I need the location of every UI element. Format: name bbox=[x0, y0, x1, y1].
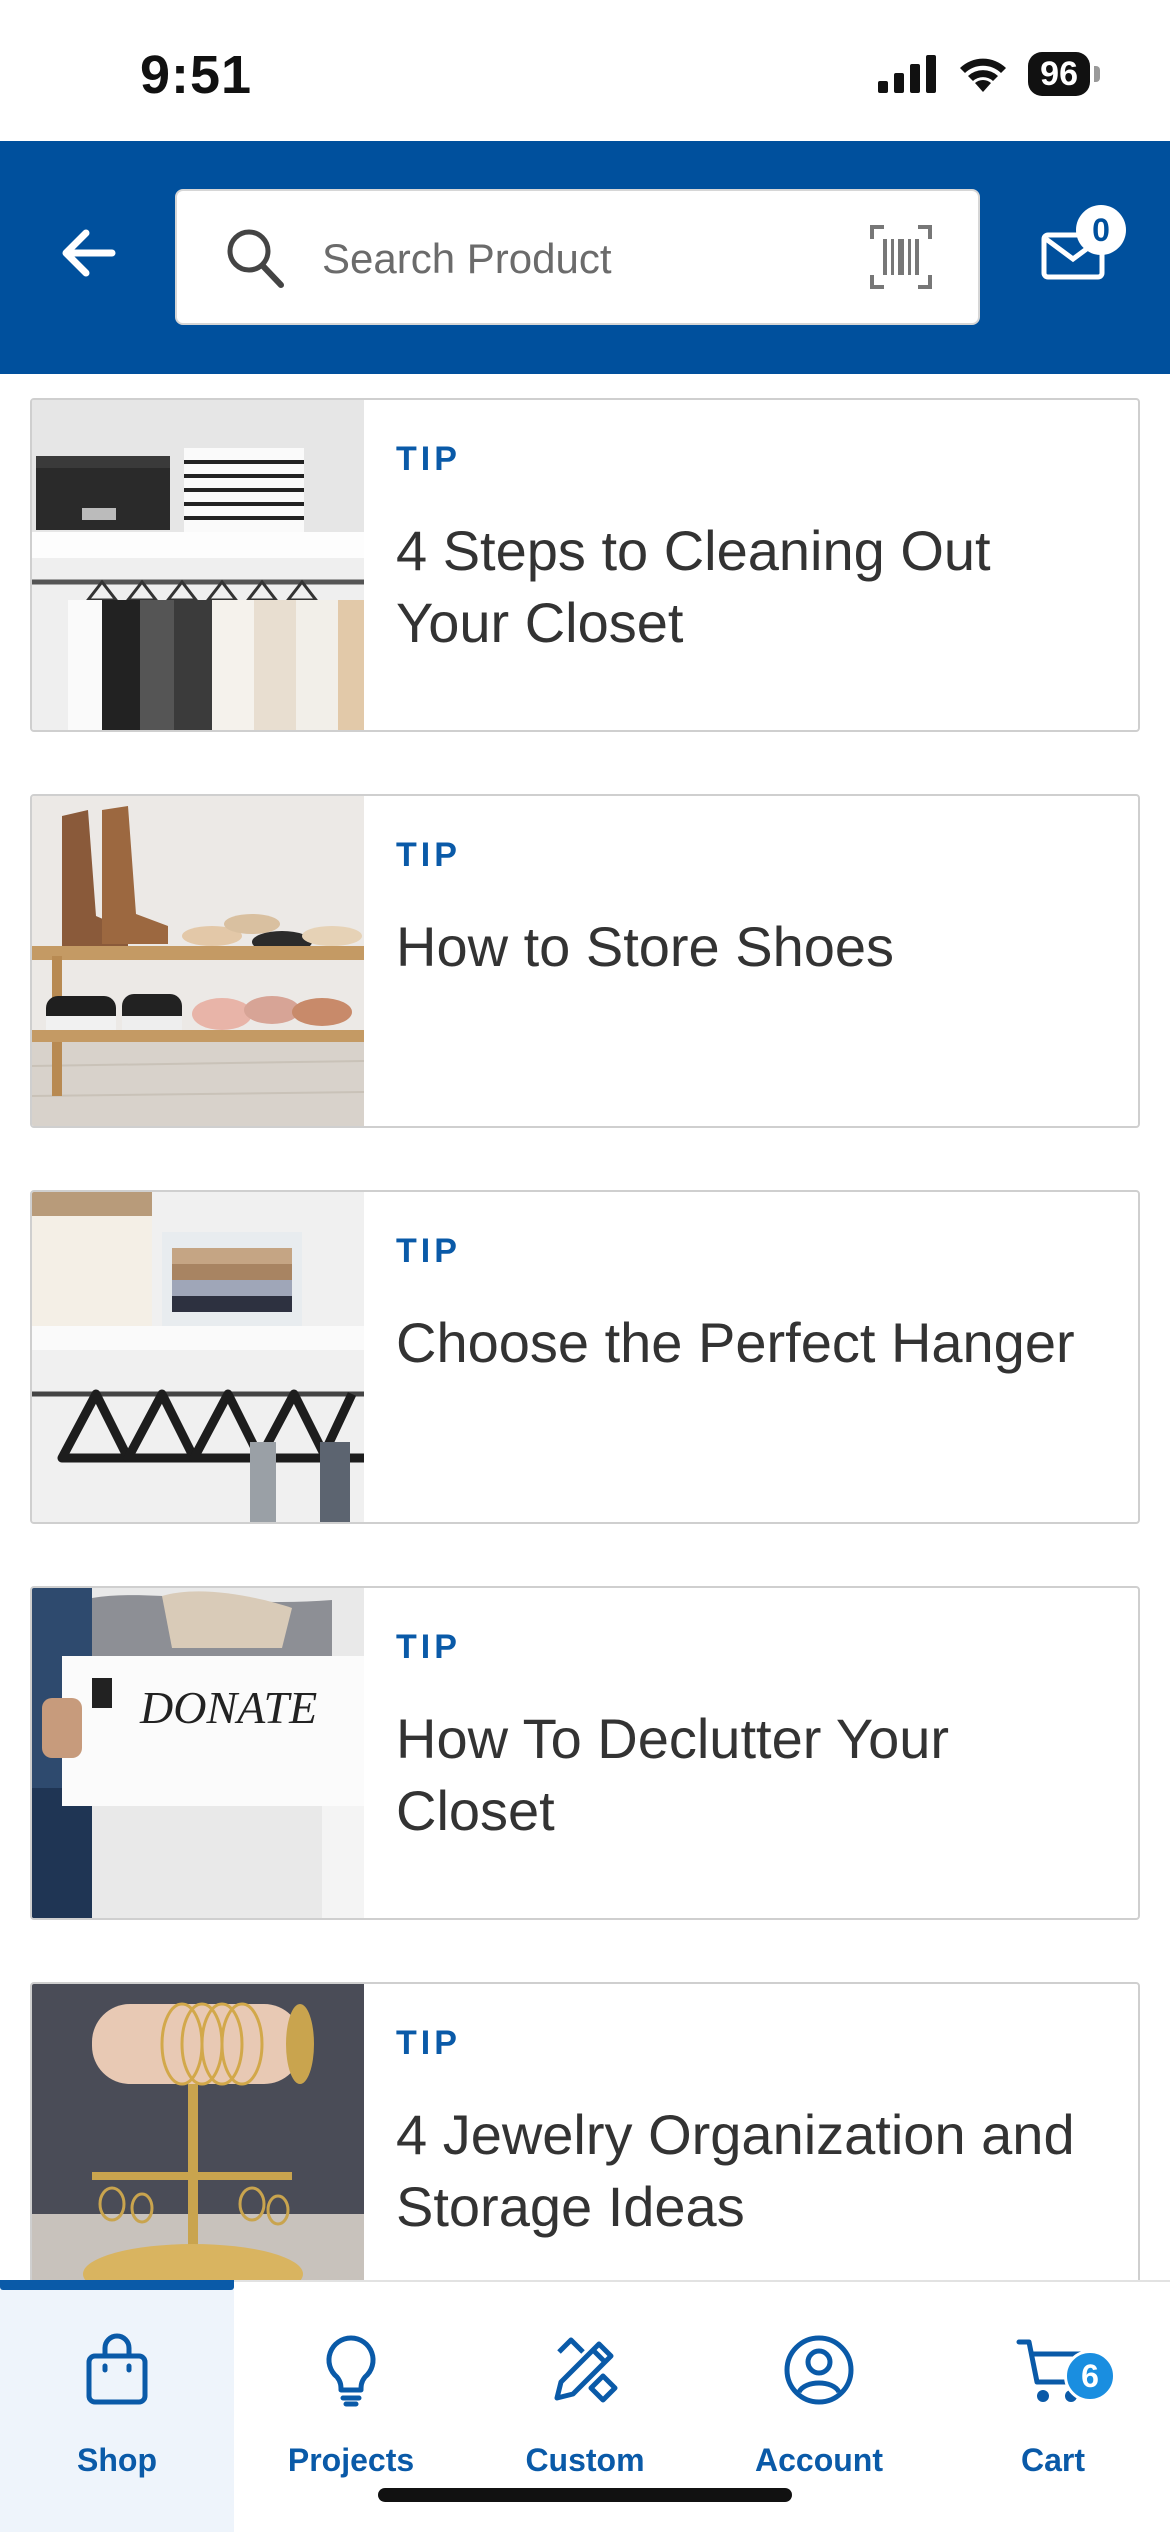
tip-title: How To Declutter Your Closet bbox=[396, 1707, 950, 1842]
tips-list: TIP 4 Steps to Cleaning Out Your Closet bbox=[0, 374, 1170, 2280]
back-button[interactable] bbox=[52, 217, 124, 289]
tip-card[interactable]: DONATE TIP How To Declutter Your Closet bbox=[30, 1586, 1140, 1920]
pencil-ruler-icon bbox=[554, 2337, 618, 2403]
shopping-bag-icon bbox=[86, 2333, 148, 2405]
tip-title: Choose the Perfect Hanger bbox=[396, 1311, 1075, 1374]
search-input[interactable] bbox=[322, 221, 822, 297]
status-icons: 96 bbox=[878, 52, 1100, 96]
donate-box-image: DONATE bbox=[32, 1588, 364, 1918]
user-circle-icon bbox=[784, 2335, 854, 2405]
tip-tag: TIP bbox=[396, 440, 461, 478]
closet-shelves-image bbox=[32, 400, 364, 730]
tip-tag: TIP bbox=[396, 836, 461, 874]
cart-count-badge: 6 bbox=[1064, 2350, 1116, 2402]
home-indicator bbox=[378, 2488, 792, 2502]
arrow-left-icon bbox=[62, 229, 116, 277]
tip-card[interactable]: TIP How to Store Shoes bbox=[30, 794, 1140, 1128]
cellular-signal-icon bbox=[878, 55, 937, 93]
shoe-rack-image bbox=[32, 796, 364, 1126]
lightbulb-icon bbox=[326, 2335, 376, 2407]
mail-count-badge: 0 bbox=[1076, 205, 1126, 255]
status-time: 9:51 bbox=[140, 45, 253, 105]
tab-label: Custom bbox=[525, 2442, 645, 2478]
status-bar: 9:51 96 bbox=[0, 0, 1170, 141]
tab-label: Shop bbox=[77, 2442, 157, 2478]
battery-indicator: 96 bbox=[1028, 52, 1100, 96]
active-tab-indicator bbox=[0, 2280, 234, 2290]
tip-title: 4 Jewelry Organization and Storage Ideas bbox=[396, 2103, 1075, 2238]
barcode-scanner-icon[interactable] bbox=[870, 225, 932, 289]
tab-shop[interactable]: Shop bbox=[0, 2280, 234, 2532]
search-bar[interactable] bbox=[175, 189, 980, 325]
tip-card[interactable]: TIP 4 Jewelry Organization and Storage I… bbox=[30, 1982, 1140, 2280]
tip-tag: TIP bbox=[396, 1628, 461, 1666]
tab-cart[interactable]: 6 Cart bbox=[936, 2282, 1170, 2532]
tip-title: 4 Steps to Cleaning Out Your Closet bbox=[396, 519, 991, 654]
tip-tag: TIP bbox=[396, 2024, 461, 2062]
search-icon bbox=[227, 229, 284, 288]
wifi-icon bbox=[960, 58, 1007, 92]
hangers-image bbox=[32, 1192, 364, 1522]
app-header: 0 bbox=[0, 141, 1170, 374]
tip-title: How to Store Shoes bbox=[396, 915, 895, 978]
tip-tag: TIP bbox=[396, 1232, 461, 1270]
tab-label: Account bbox=[755, 2442, 883, 2478]
tip-card[interactable]: TIP 4 Steps to Cleaning Out Your Closet bbox=[30, 398, 1140, 732]
donate-label: DONATE bbox=[139, 1682, 317, 1733]
tab-label: Cart bbox=[1020, 2442, 1085, 2478]
tip-card[interactable]: TIP Choose the Perfect Hanger bbox=[30, 1190, 1140, 1524]
jewelry-stand-image bbox=[32, 1984, 364, 2280]
tab-label: Projects bbox=[287, 2442, 415, 2478]
